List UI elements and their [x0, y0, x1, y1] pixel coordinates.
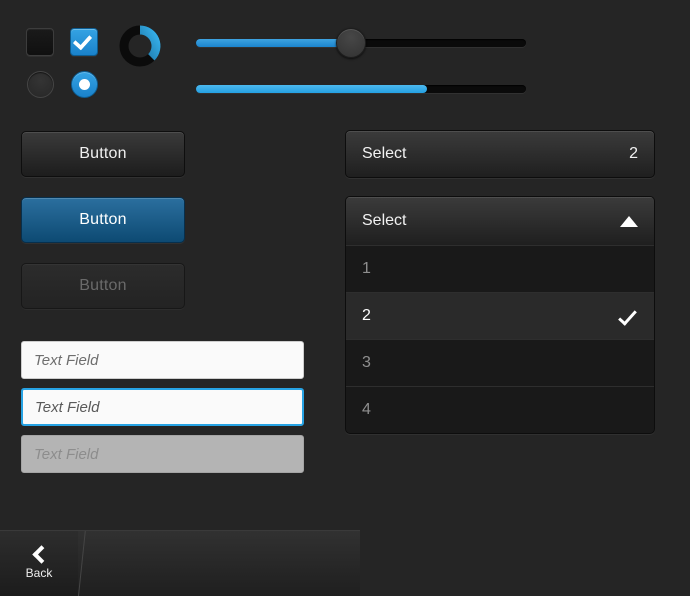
select-value: 2	[629, 145, 638, 162]
select-closed[interactable]: Select 2	[345, 130, 655, 178]
checkmark-icon	[72, 30, 93, 51]
select-option-selected[interactable]: 2	[346, 292, 654, 339]
button-label: Button	[79, 145, 127, 162]
checkmark-icon	[618, 306, 637, 326]
radio-dot-icon	[79, 79, 90, 90]
select-open[interactable]: Select 1 2 3 4	[345, 196, 655, 434]
select-option-label: 4	[362, 401, 371, 418]
back-button-label: Back	[25, 565, 53, 580]
progress-fill	[196, 85, 427, 93]
slider-thumb[interactable]	[336, 28, 367, 58]
text-field-placeholder: Text Field	[35, 398, 100, 416]
chevron-left-icon	[31, 544, 51, 564]
button-normal[interactable]: Button	[21, 131, 185, 177]
checkbox-unchecked[interactable]	[26, 28, 54, 56]
radio-unselected[interactable]	[27, 71, 54, 98]
radio-selected[interactable]	[71, 71, 98, 98]
text-field-focused[interactable]: Text Field	[21, 388, 304, 426]
select-option-label: 1	[362, 260, 371, 277]
button-label: Button	[79, 211, 127, 228]
activity-indicator-icon	[118, 24, 162, 68]
text-field-placeholder: Text Field	[34, 351, 99, 369]
select-option[interactable]: 1	[346, 245, 654, 292]
select-label: Select	[362, 145, 407, 162]
toggles-and-sliders-area	[0, 0, 690, 112]
text-field-normal[interactable]: Text Field	[21, 341, 304, 379]
button-active[interactable]: Button	[21, 197, 185, 243]
select-open-header[interactable]: Select	[346, 197, 654, 245]
bottom-bar: Back	[0, 530, 360, 596]
button-disabled: Button	[21, 263, 185, 309]
button-label: Button	[79, 277, 127, 294]
checkbox-checked[interactable]	[70, 28, 98, 56]
back-button[interactable]: Back	[0, 531, 78, 596]
select-option-label: 3	[362, 354, 371, 371]
text-field-disabled: Text Field	[21, 435, 304, 473]
select-option[interactable]: 4	[346, 386, 654, 433]
select-label: Select	[362, 212, 407, 229]
select-option-label: 2	[362, 307, 371, 324]
slider[interactable]	[196, 28, 526, 58]
progress-bar[interactable]	[196, 85, 526, 93]
slider-fill	[196, 39, 352, 47]
select-option[interactable]: 3	[346, 339, 654, 386]
text-field-placeholder: Text Field	[34, 445, 99, 463]
chevron-up-icon[interactable]	[620, 215, 638, 227]
